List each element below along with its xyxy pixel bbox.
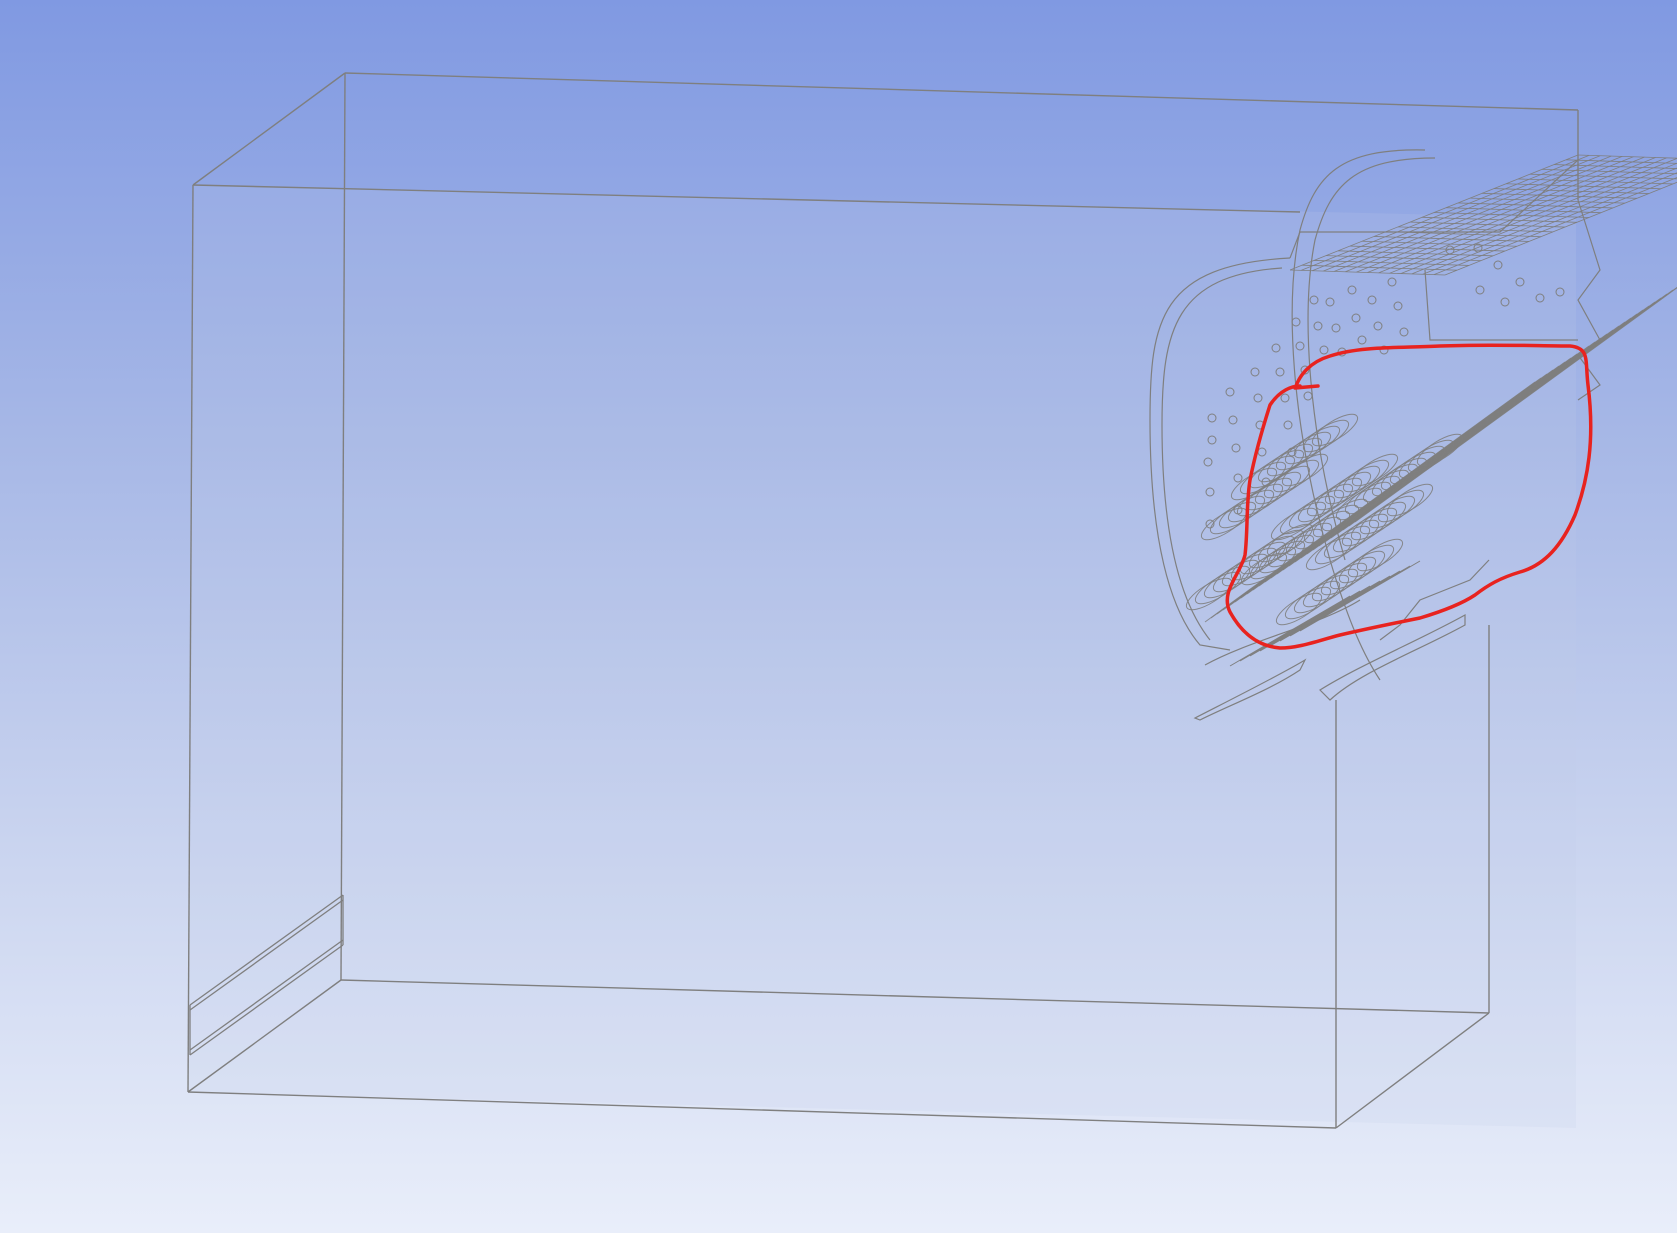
enclosure-back-edge-top bbox=[344, 72, 1579, 111]
enclosure-front-face bbox=[188, 185, 1576, 1128]
3d-model-scene[interactable] bbox=[0, 0, 1677, 1233]
enclosure-box[interactable] bbox=[187, 72, 1579, 1129]
graphics-viewport[interactable] bbox=[0, 0, 1677, 1233]
enclosure-depth-edge-top-left bbox=[192, 72, 346, 186]
housing-right-wall bbox=[1577, 199, 1601, 401]
tube-grid-line bbox=[1541, 168, 1677, 175]
